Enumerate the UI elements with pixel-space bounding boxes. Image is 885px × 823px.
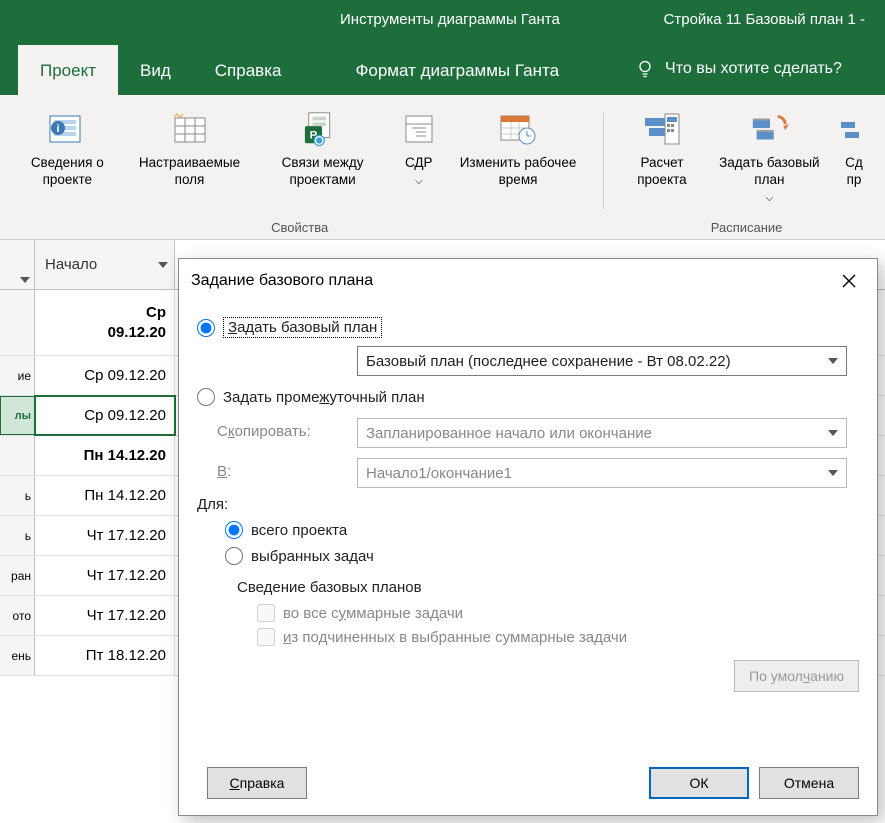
chevron-down-icon xyxy=(828,358,838,364)
row-header[interactable] xyxy=(0,290,35,355)
for-label: Для: xyxy=(197,496,859,513)
help-button[interactable]: Справка xyxy=(207,767,307,799)
custom-fields-button[interactable]: Настраиваемые поля xyxy=(127,105,253,218)
ribbon: i Сведения о проекте Настраиваемые поля … xyxy=(0,95,885,240)
close-icon xyxy=(841,273,857,289)
radio-entire-project-label: всего проекта xyxy=(251,522,347,539)
cell-start-date[interactable]: Чт 17.12.20 xyxy=(35,516,175,555)
info-icon: i xyxy=(47,109,87,149)
project-info-button[interactable]: i Сведения о проекте xyxy=(8,105,127,218)
calculate-project-button[interactable]: Расчет проекта xyxy=(616,105,708,218)
radio-set-baseline[interactable] xyxy=(197,319,215,337)
wbs-button[interactable]: СДР⌵ xyxy=(393,105,445,218)
cell-start-date[interactable]: Ср 09.12.20 xyxy=(35,356,175,395)
chevron-down-icon xyxy=(828,470,838,476)
context-title: Инструменты диаграммы Ганта xyxy=(320,0,580,40)
chevron-down-icon xyxy=(828,430,838,436)
row-header[interactable]: ото xyxy=(0,596,35,635)
move-project-button[interactable]: Сд пр xyxy=(831,105,877,218)
row-header[interactable] xyxy=(0,436,35,475)
title-bar: Инструменты диаграммы Ганта Стройка 11 Б… xyxy=(0,0,885,40)
cell-start-date[interactable]: Чт 17.12.20 xyxy=(35,556,175,595)
chk-all-summary xyxy=(257,604,275,622)
radio-set-interim[interactable] xyxy=(197,388,215,406)
chk-from-subordinate xyxy=(257,628,275,646)
row-header[interactable]: ень xyxy=(0,636,35,675)
copy-label: Скопировать: xyxy=(217,423,357,440)
radio-selected-tasks[interactable] xyxy=(225,547,243,565)
radio-set-interim-label: Задать промежуточный план xyxy=(223,389,425,406)
ribbon-tabs: Проект Вид Справка Формат диаграммы Гант… xyxy=(0,40,885,95)
column-start[interactable]: Начало xyxy=(35,240,175,289)
svg-text:i: i xyxy=(57,123,60,135)
cell-start-date[interactable]: Пн 14.12.20 xyxy=(35,436,175,475)
set-baseline-button[interactable]: Задать базовый план⌵ xyxy=(708,105,831,218)
tab-help[interactable]: Справка xyxy=(193,45,304,95)
into-label: В: xyxy=(217,463,357,480)
default-button: По умолчанию xyxy=(734,660,859,692)
row-header[interactable]: ран xyxy=(0,556,35,595)
custom-fields-icon xyxy=(170,109,210,149)
row-header[interactable]: ие xyxy=(0,356,35,395)
tell-me[interactable]: Что вы хотите сделать? xyxy=(621,43,856,95)
ribbon-group-properties: Свойства xyxy=(8,218,591,239)
links-between-projects-button[interactable]: P Связи между проектами xyxy=(252,105,392,218)
shift-icon xyxy=(834,109,874,149)
dialog-title: Задание базового плана xyxy=(191,272,373,290)
radio-entire-project[interactable] xyxy=(225,521,243,539)
chk-all-summary-label: во все суммарные задачи xyxy=(283,605,463,622)
calendar-clock-icon xyxy=(498,109,538,149)
baseline-icon xyxy=(749,109,789,149)
file-title: Стройка 11 Базовый план 1 - xyxy=(644,0,885,40)
cell-start-date[interactable]: Ср 09.12.20 xyxy=(35,396,175,435)
cell-start-date[interactable]: Чт 17.12.20 xyxy=(35,596,175,635)
summary-baselines-label: Сведение базовых планов xyxy=(237,579,859,596)
project-link-icon: P xyxy=(303,109,343,149)
set-baseline-dialog: Задание базового плана Задать базовый пл… xyxy=(178,258,878,816)
wbs-icon xyxy=(399,109,439,149)
cell-start-date[interactable]: Ср09.12.20 xyxy=(35,290,175,355)
select-all-corner[interactable] xyxy=(0,240,35,289)
dialog-close-button[interactable] xyxy=(833,265,865,297)
radio-set-baseline-label: Задать базовый план xyxy=(223,317,382,338)
ok-button[interactable]: ОК xyxy=(649,767,749,799)
tab-project[interactable]: Проект xyxy=(18,45,118,95)
cell-start-date[interactable]: Пн 14.12.20 xyxy=(35,476,175,515)
tab-format[interactable]: Формат диаграммы Ганта xyxy=(333,45,581,95)
chk-from-subordinate-label: из подчиненных в выбранные суммарные зад… xyxy=(283,629,627,646)
cancel-button[interactable]: Отмена xyxy=(759,767,859,799)
tab-view[interactable]: Вид xyxy=(118,45,193,95)
change-working-time-button[interactable]: Изменить рабочее время xyxy=(445,105,592,218)
row-header[interactable]: ь xyxy=(0,476,35,515)
baseline-dropdown[interactable]: Базовый план (последнее сохранение - Вт … xyxy=(357,346,847,376)
row-header[interactable]: лы xyxy=(0,396,35,435)
into-dropdown: Начало1/окончание1 xyxy=(357,458,847,488)
calculator-icon xyxy=(642,109,682,149)
cell-start-date[interactable]: Пт 18.12.20 xyxy=(35,636,175,675)
lightbulb-icon xyxy=(635,59,655,79)
ribbon-group-schedule: Расписание xyxy=(616,218,877,239)
copy-dropdown: Запланированное начало или окончание xyxy=(357,418,847,448)
radio-selected-tasks-label: выбранных задач xyxy=(251,548,374,565)
row-header[interactable]: ь xyxy=(0,516,35,555)
